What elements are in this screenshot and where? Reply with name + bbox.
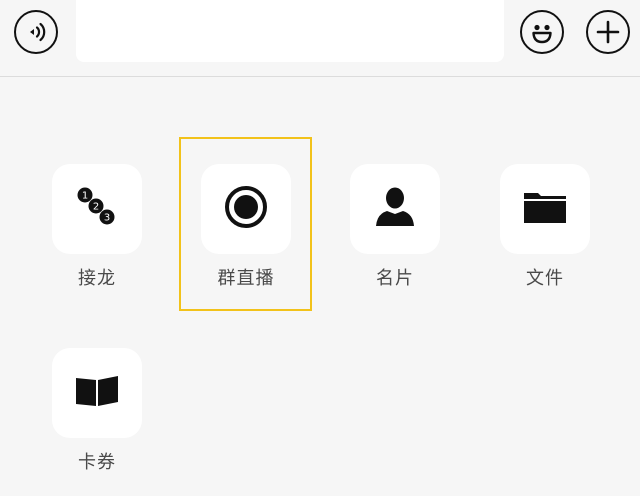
tile-solitaire[interactable]: 1 2 3 接龙: [52, 164, 142, 290]
voice-waves-icon: [23, 19, 49, 45]
plus-icon: [595, 19, 621, 45]
tile-file[interactable]: 文件: [500, 164, 590, 290]
person-icon: [372, 184, 418, 234]
chat-input-toolbar: [0, 0, 640, 77]
tile-coupon[interactable]: 卡券: [52, 348, 142, 474]
tile-coupon-label: 卡券: [78, 452, 116, 473]
message-input[interactable]: [76, 0, 504, 62]
svg-text:1: 1: [82, 191, 88, 202]
record-circle-icon: [222, 183, 270, 235]
folder-icon: [522, 187, 568, 231]
more-functions-button[interactable]: [586, 10, 630, 54]
tile-file-label: 文件: [526, 268, 564, 289]
numbered-list-icon: 1 2 3: [74, 184, 120, 234]
smiley-icon: [527, 17, 557, 47]
tile-group-live-label: 群直播: [217, 268, 275, 289]
voice-input-button[interactable]: [14, 10, 58, 54]
tile-contact-card-label: 名片: [376, 268, 414, 289]
tile-solitaire-icon-box: 1 2 3: [52, 164, 142, 254]
tile-contact-card[interactable]: 名片: [350, 164, 440, 290]
tile-contact-card-icon-box: [350, 164, 440, 254]
svg-text:2: 2: [93, 202, 99, 213]
tile-solitaire-label: 接龙: [78, 268, 116, 289]
svg-text:3: 3: [104, 213, 110, 224]
coupon-cards-icon: [74, 371, 120, 415]
tile-file-icon-box: [500, 164, 590, 254]
tile-group-live-icon-box: [201, 164, 291, 254]
tile-coupon-icon-box: [52, 348, 142, 438]
emoji-button[interactable]: [520, 10, 564, 54]
tile-group-live[interactable]: 群直播: [201, 164, 291, 290]
